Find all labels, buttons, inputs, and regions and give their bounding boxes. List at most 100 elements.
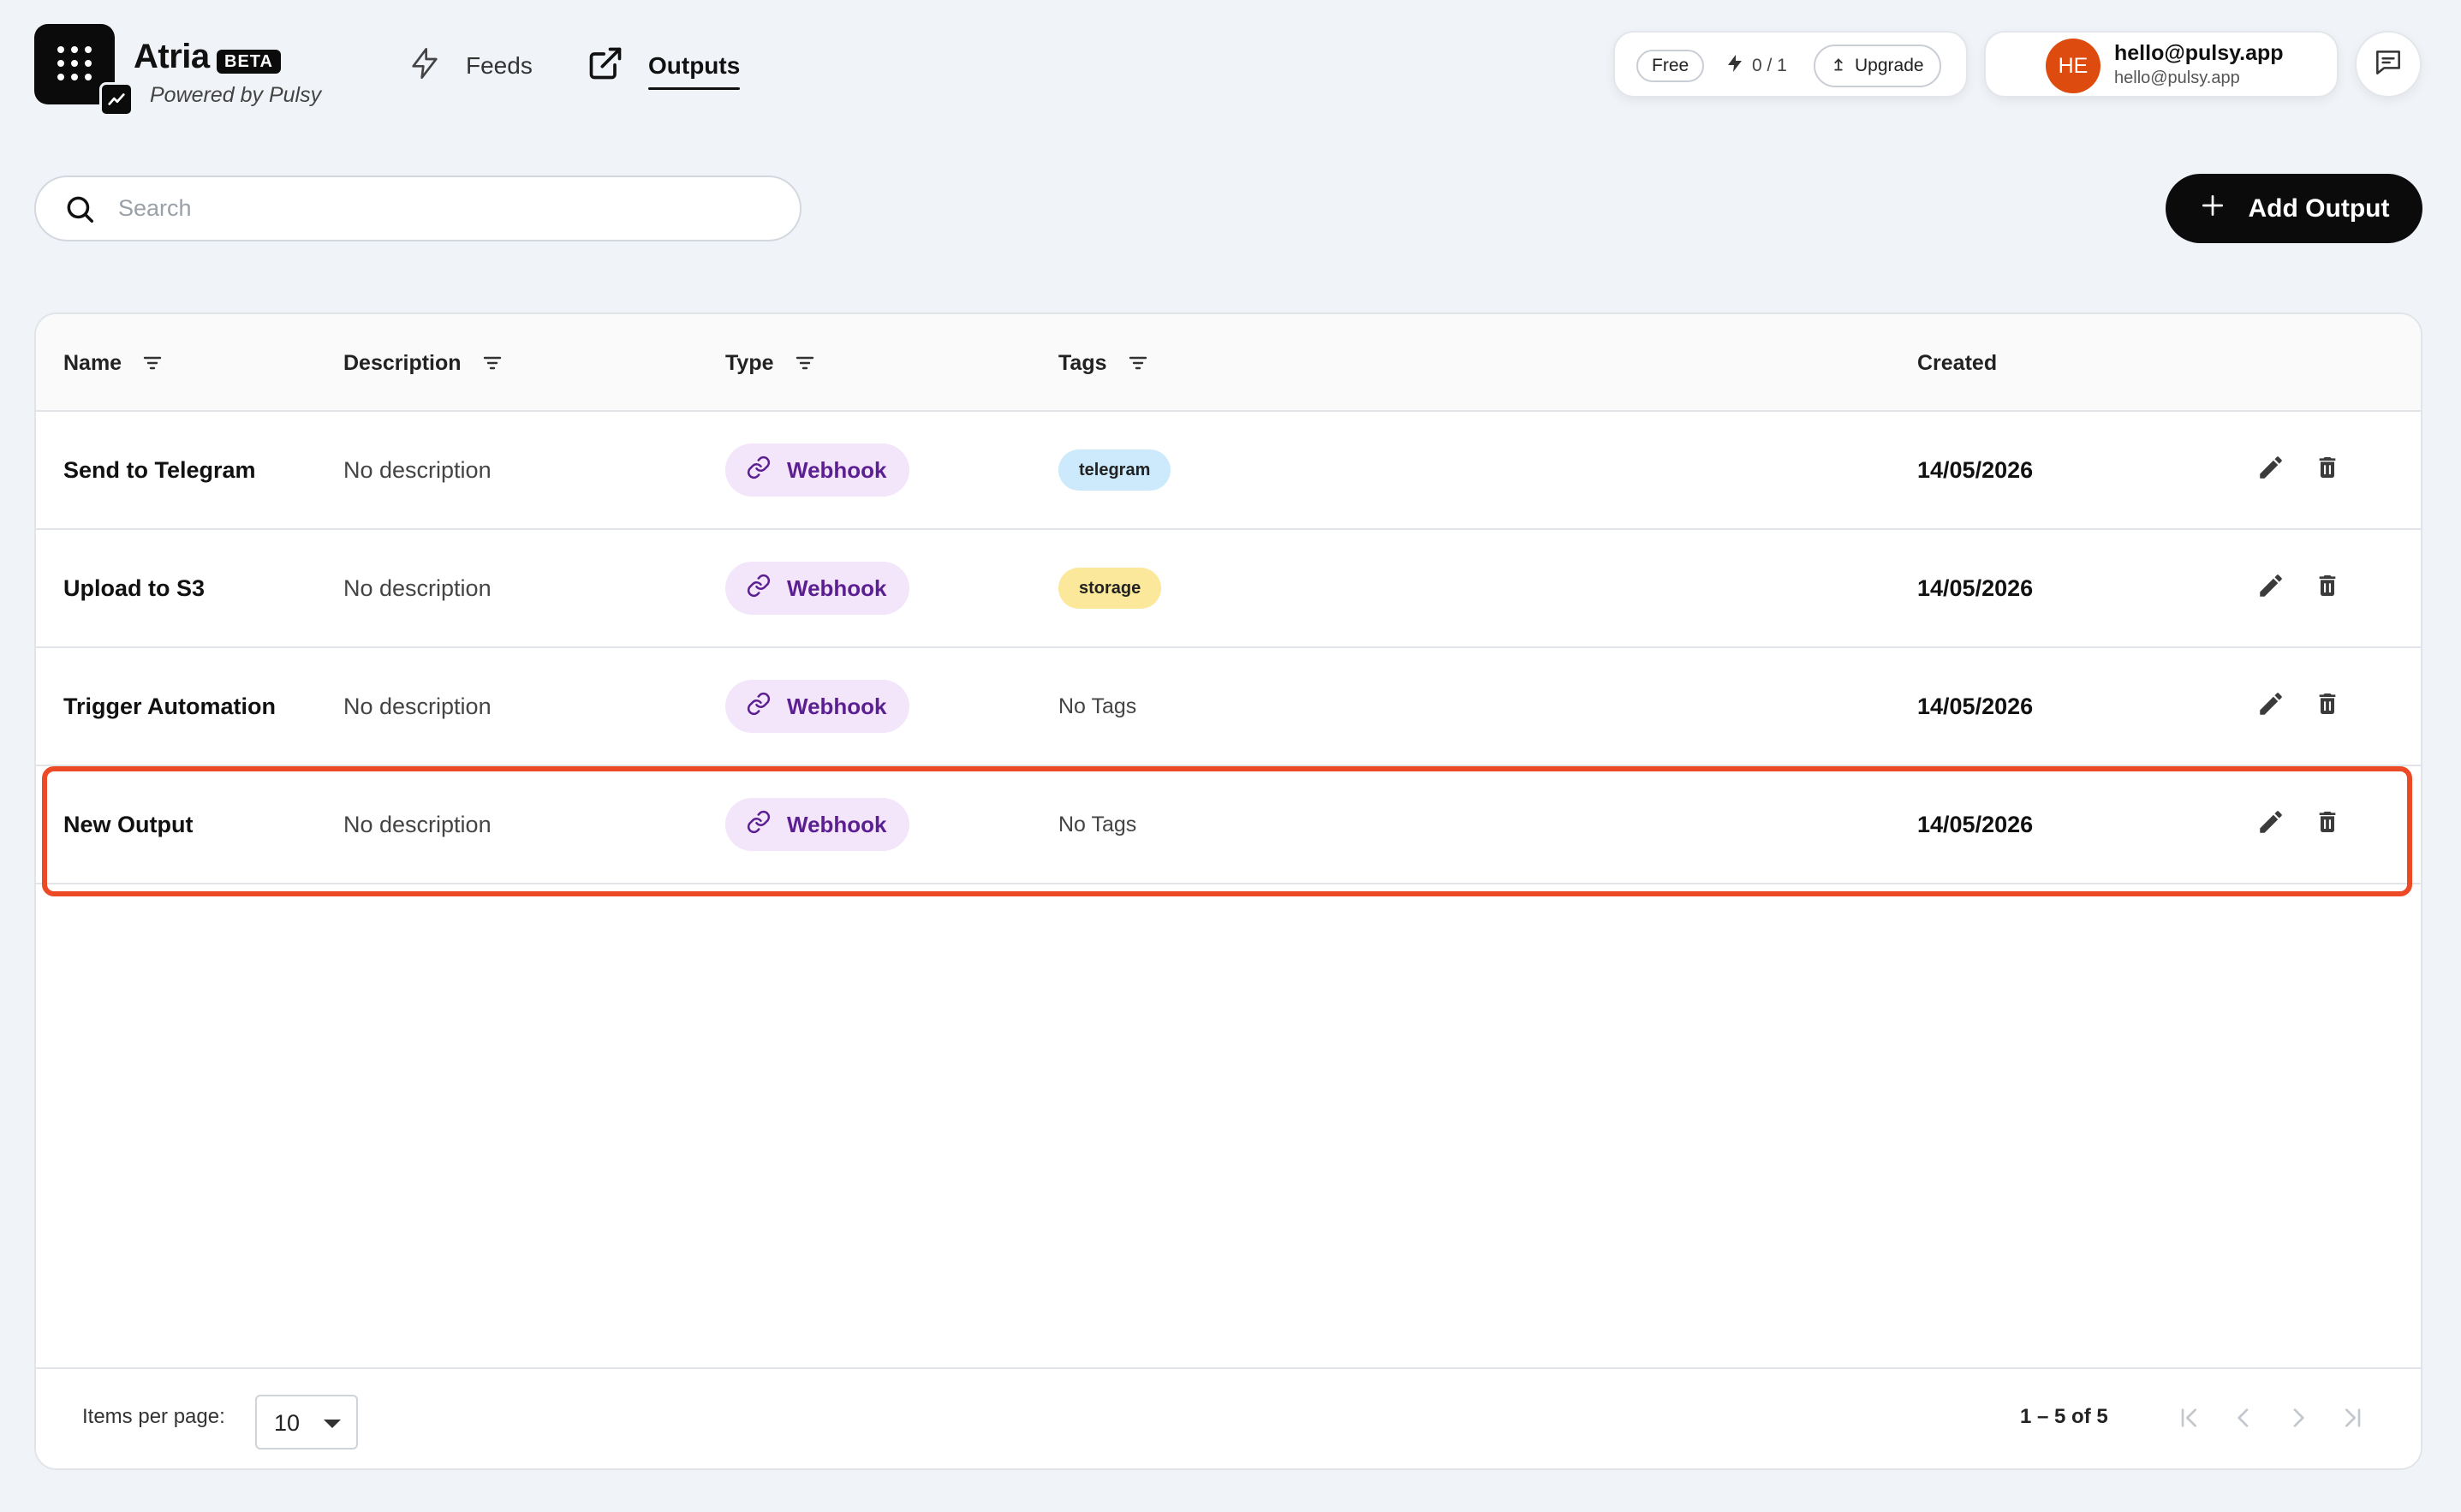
items-per-page-select[interactable]: 10 (255, 1395, 358, 1449)
delete-button[interactable] (2312, 453, 2343, 487)
first-page-button[interactable] (2170, 1400, 2209, 1439)
add-output-button[interactable]: Add Output (2166, 174, 2422, 243)
items-per-page-value: 10 (274, 1410, 301, 1436)
edit-button[interactable] (2255, 453, 2286, 487)
paginator: Items per page: 10 1 – 5 of 5 (36, 1367, 2421, 1468)
trash-icon (2314, 571, 2341, 606)
output-description: No description (343, 574, 492, 601)
link-icon (746, 573, 772, 604)
trash-icon (2314, 807, 2341, 842)
column-label: Name (63, 350, 122, 375)
next-page-button[interactable] (2279, 1400, 2318, 1439)
delete-button[interactable] (2312, 689, 2343, 723)
plan-tier-badge: Free (1636, 50, 1705, 82)
filter-icon[interactable] (142, 354, 163, 372)
pencil-icon (2256, 689, 2285, 724)
delete-button[interactable] (2312, 807, 2343, 842)
row-actions (2255, 530, 2343, 646)
first-page-icon (2176, 1404, 2203, 1436)
user-menu[interactable]: HE hello@pulsy.app hello@pulsy.app (1984, 31, 2339, 98)
column-label: Description (343, 350, 462, 375)
table-row[interactable]: Trigger Automation No description Webhook N… (36, 648, 2421, 766)
caret-down-icon (324, 1420, 341, 1428)
created-date: 14/05/2026 (1917, 811, 2034, 837)
filter-icon[interactable] (482, 354, 503, 372)
output-name: Trigger Automation (63, 693, 276, 719)
column-header-name[interactable]: Name (63, 314, 163, 412)
output-description: No description (343, 693, 492, 719)
plan-panel: Free 0 / 1 Upgrade (1613, 31, 1968, 98)
pencil-icon (2256, 453, 2285, 488)
nav-outputs[interactable]: Outputs (587, 45, 741, 90)
output-name: New Output (63, 811, 194, 837)
tag-chip[interactable]: telegram (1058, 449, 1171, 491)
tags-cell: No Tags (1058, 766, 1136, 883)
chevron-left-icon (2230, 1404, 2257, 1436)
type-cell: Webhook (725, 530, 909, 646)
output-description: No description (343, 811, 492, 837)
no-tags-text: No Tags (1058, 812, 1137, 836)
column-header-type[interactable]: Type (725, 314, 815, 412)
type-cell: Webhook (725, 648, 909, 765)
last-page-button[interactable] (2333, 1400, 2372, 1439)
edit-button[interactable] (2255, 689, 2286, 723)
user-name: hello@pulsy.app (2114, 41, 2284, 65)
trash-icon (2314, 689, 2341, 724)
created-date: 14/05/2026 (1917, 693, 2034, 719)
output-name: Upload to S3 (63, 574, 206, 601)
usage-counter: 0 / 1 (1725, 51, 1787, 81)
tag-chip[interactable]: storage (1058, 568, 1162, 609)
column-label: Type (725, 350, 774, 375)
row-actions (2255, 412, 2343, 528)
external-link-icon (587, 45, 624, 88)
previous-page-button[interactable] (2224, 1400, 2263, 1439)
table-row[interactable]: New Output No description Webhook No Tags 14… (36, 766, 2421, 884)
filter-icon[interactable] (1128, 354, 1148, 372)
type-label: Webhook (787, 811, 887, 837)
table-row[interactable]: Upload to S3 No description Webhook storage… (36, 530, 2421, 648)
tags-cell: No Tags (1058, 648, 1136, 765)
row-actions (2255, 648, 2343, 765)
table-row[interactable]: Send to Telegram No description Webhook tel… (36, 412, 2421, 530)
items-per-page-label: Items per page: (82, 1405, 225, 1428)
usage-value: 0 / 1 (1752, 56, 1787, 75)
tags-cell: storage (1058, 530, 1162, 646)
column-header-description[interactable]: Description (343, 314, 503, 412)
created-date: 14/05/2026 (1917, 456, 2034, 483)
search-icon (63, 192, 98, 226)
column-header-created[interactable]: Created (1917, 314, 1997, 412)
user-email: hello@pulsy.app (2114, 68, 2240, 87)
chat-icon (2372, 46, 2404, 83)
type-chip: Webhook (725, 680, 909, 733)
no-tags-text: No Tags (1058, 693, 1137, 718)
search-bar[interactable] (34, 176, 801, 241)
table-header: Name Description Type Tags Created (36, 314, 2421, 412)
edit-button[interactable] (2255, 807, 2286, 842)
column-header-tags[interactable]: Tags (1058, 314, 1148, 412)
tags-cell: telegram (1058, 412, 1171, 528)
column-label: Tags (1058, 350, 1107, 375)
type-chip: Webhook (725, 443, 909, 497)
trend-icon (99, 82, 134, 116)
feedback-button[interactable] (2355, 31, 2422, 98)
type-label: Webhook (787, 456, 887, 483)
edit-button[interactable] (2255, 571, 2286, 605)
avatar: HE (2046, 39, 2100, 93)
search-input[interactable] (118, 195, 786, 222)
upgrade-label: Upgrade (1855, 56, 1924, 75)
nav-feeds-label: Feeds (466, 52, 533, 79)
nav-feeds[interactable]: Feeds (408, 45, 533, 87)
chevron-right-icon (2285, 1404, 2312, 1436)
type-cell: Webhook (725, 766, 909, 883)
delete-button[interactable] (2312, 571, 2343, 605)
upgrade-button[interactable]: Upgrade (1814, 45, 1941, 87)
grid-dots-icon (57, 46, 92, 80)
plus-icon (2199, 192, 2226, 226)
pencil-icon (2256, 807, 2285, 842)
filter-icon[interactable] (795, 354, 815, 372)
output-description: No description (343, 456, 492, 483)
type-chip: Webhook (725, 562, 909, 615)
link-icon (746, 691, 772, 723)
arrow-up-icon (1831, 54, 1846, 78)
lightning-icon (408, 44, 442, 89)
